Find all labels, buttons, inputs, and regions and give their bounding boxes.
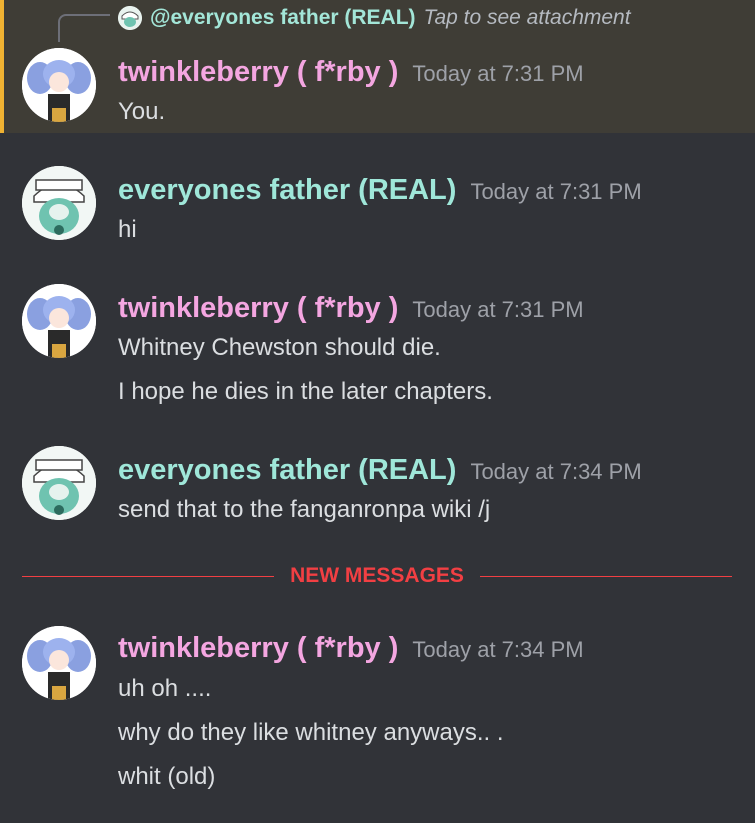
message-text: why do they like whitney anyways.. . (118, 719, 504, 746)
timestamp: Today at 7:31 PM (412, 297, 584, 322)
avatar[interactable] (22, 626, 96, 700)
message-text: I hope he dies in the later chapters. (118, 378, 493, 405)
avatar[interactable] (22, 284, 96, 358)
message-header: twinkleberry ( f*rby ) Today at 7:31 PM (118, 56, 584, 90)
avatar[interactable] (22, 48, 96, 122)
timestamp: Today at 7:31 PM (470, 179, 642, 204)
message-text: whit (old) (118, 763, 216, 790)
mention-highlight-bar (0, 0, 4, 133)
timestamp: Today at 7:31 PM (412, 61, 584, 86)
message-header: everyones father (REAL) Today at 7:31 PM (118, 174, 642, 208)
reply-mention[interactable]: @everyones father (REAL) (150, 6, 416, 30)
timestamp: Today at 7:34 PM (470, 459, 642, 484)
username[interactable]: twinkleberry ( f*rby ) (118, 56, 398, 89)
username[interactable]: everyones father (REAL) (118, 454, 456, 487)
reply-connector (58, 14, 110, 42)
message-text: hi (118, 216, 137, 243)
message-text: You. (118, 98, 166, 125)
avatar[interactable] (22, 166, 96, 240)
message-header: twinkleberry ( f*rby ) Today at 7:34 PM (118, 632, 584, 666)
message-header: twinkleberry ( f*rby ) Today at 7:31 PM (118, 292, 584, 326)
reply-avatar (118, 6, 142, 30)
reply-reference[interactable]: @everyones father (REAL) Tap to see atta… (118, 5, 631, 31)
username[interactable]: twinkleberry ( f*rby ) (118, 632, 398, 665)
reply-preview[interactable]: Tap to see attachment (424, 6, 631, 30)
username[interactable]: twinkleberry ( f*rby ) (118, 292, 398, 325)
message-header: everyones father (REAL) Today at 7:34 PM (118, 454, 642, 488)
username[interactable]: everyones father (REAL) (118, 174, 456, 207)
message-text: uh oh .... (118, 675, 212, 702)
message-text: send that to the fanganronpa wiki /j (118, 496, 491, 523)
avatar[interactable] (22, 446, 96, 520)
timestamp: Today at 7:34 PM (412, 637, 584, 662)
new-messages-label: NEW MESSAGES (290, 564, 464, 587)
new-messages-divider: NEW MESSAGES (22, 564, 732, 590)
message-text: Whitney Chewston should die. (118, 334, 441, 361)
